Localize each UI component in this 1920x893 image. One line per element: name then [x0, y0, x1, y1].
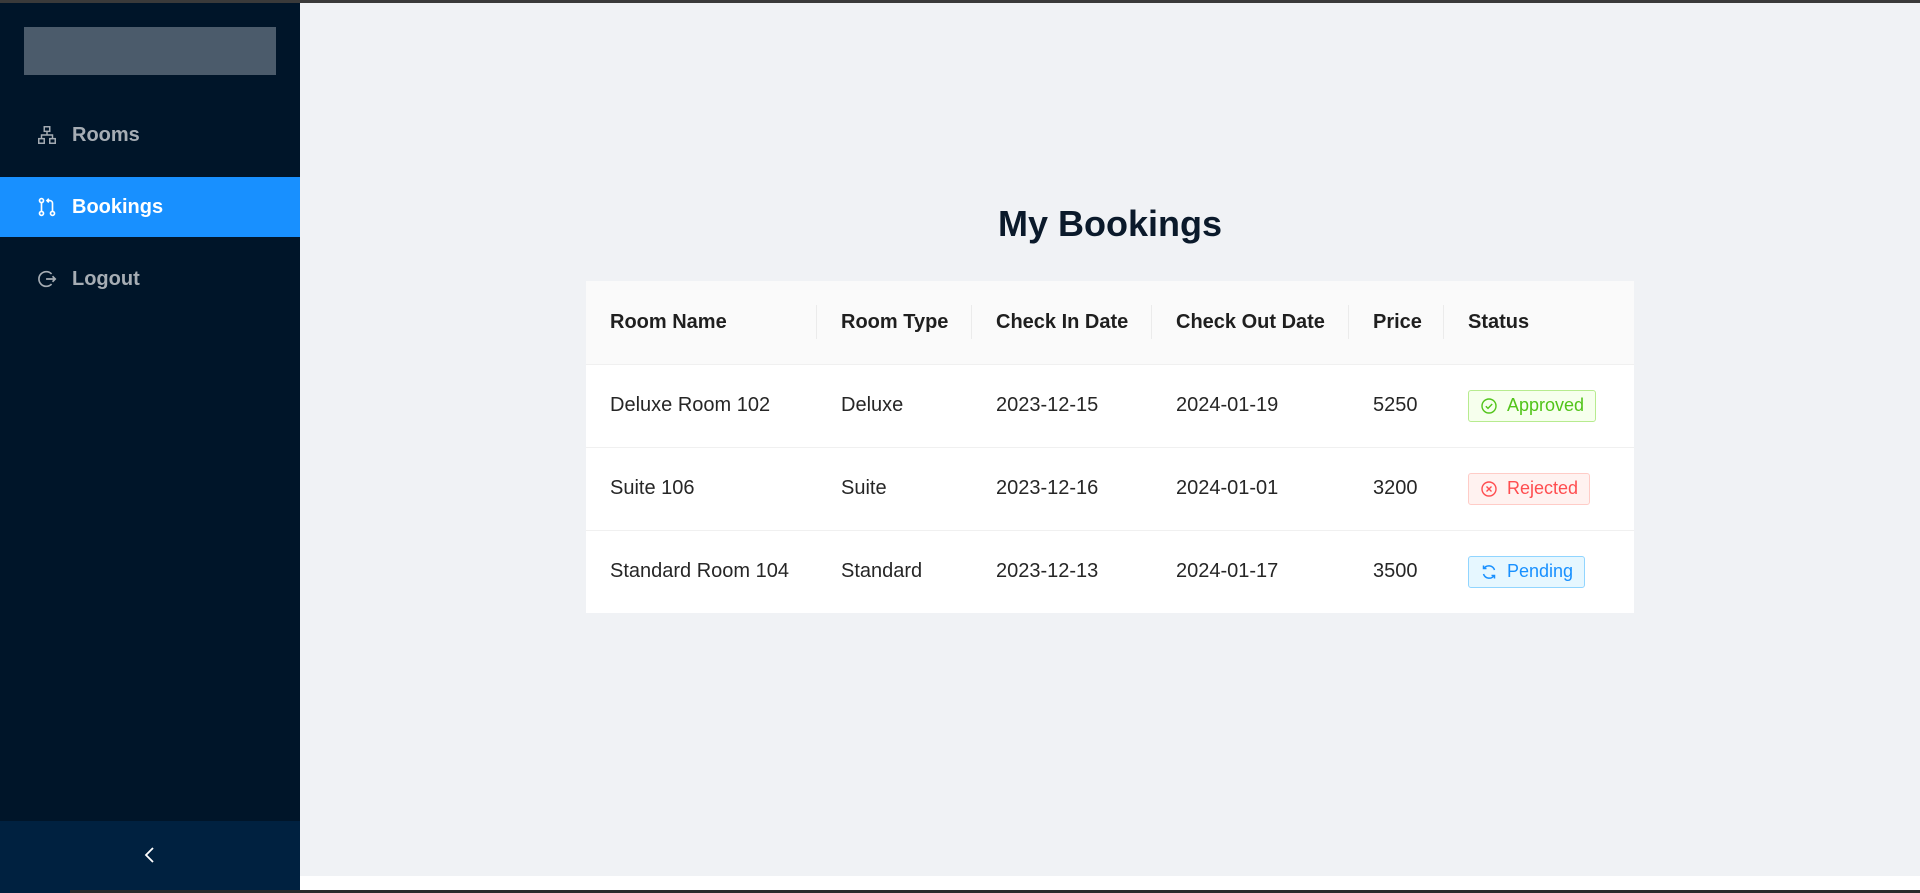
column-header: Check In Date	[972, 281, 1152, 365]
column-header: Check Out Date	[1152, 281, 1349, 365]
cell-check-in: 2023-12-13	[996, 560, 1099, 583]
table-row[interactable]: Standard Room 104 Standard 2023-12-13 20…	[586, 530, 1634, 613]
logout-icon	[36, 268, 58, 290]
column-header: Status	[1444, 281, 1634, 365]
page-title: My Bookings	[997, 203, 1222, 244]
sidebar-item-logout[interactable]: Logout	[0, 249, 300, 309]
column-header: Room Type	[817, 281, 972, 365]
cell-price: 5250	[1349, 364, 1444, 448]
check-circle-icon	[1480, 397, 1498, 415]
status-badge: Pending	[1468, 555, 1586, 588]
cell-status: Approved	[1444, 364, 1634, 448]
cell-check-out: 2024-01-19	[1152, 364, 1349, 448]
pull-request-icon	[36, 196, 58, 218]
status-badge: Approved	[1468, 389, 1597, 422]
chevron-left-icon	[143, 846, 157, 869]
cell-check-out: 2024-01-01	[1152, 447, 1349, 531]
main-content: My Bookings Room Name Room Type Check In…	[300, 3, 1920, 876]
column-header: Room Name	[586, 281, 817, 365]
close-circle-icon	[1480, 480, 1498, 498]
cell-room-type: Standard	[841, 560, 923, 583]
column-header: Price	[1349, 281, 1444, 365]
sidebar-item-label: Logout	[72, 267, 140, 290]
cell-room-name: Suite 106	[586, 447, 817, 531]
cluster-icon	[36, 124, 58, 146]
sidebar-menu: Rooms Bookings Logout	[0, 105, 300, 321]
cell-room-name: Standard Room 104	[610, 560, 790, 583]
cell-check-out: 2024-01-17	[1176, 560, 1279, 583]
sync-icon	[1480, 563, 1498, 581]
cell-check-in: 2023-12-16	[972, 447, 1152, 531]
cell-room-type: Deluxe	[817, 364, 972, 448]
cell-room-type: Suite	[817, 447, 972, 531]
cell-price: 3500	[1373, 560, 1418, 583]
cell-price: 3200	[1349, 447, 1444, 531]
cell-status: Rejected	[1444, 447, 1634, 531]
table-row[interactable]: Deluxe Room 102 Deluxe 2023-12-15 2024-0…	[586, 364, 1634, 448]
table-header-row: Room Name Room Type Check In Date Check …	[586, 281, 1634, 365]
sidebar-collapse-button[interactable]	[0, 821, 300, 893]
status-badge: Rejected	[1468, 472, 1591, 505]
sidebar-item-rooms[interactable]: Rooms	[0, 105, 300, 165]
sidebar-item-label: Rooms	[72, 123, 140, 146]
sidebar-item-bookings[interactable]: Bookings	[0, 177, 300, 237]
cell-check-in: 2023-12-15	[972, 364, 1152, 448]
cell-room-name: Deluxe Room 102	[586, 364, 817, 448]
bookings-table: Room Name Room Type Check In Date Check …	[586, 281, 1634, 613]
cell-status: Pending	[1444, 530, 1634, 613]
sidebar-item-label: Bookings	[72, 195, 164, 218]
logo	[24, 27, 276, 75]
table-row[interactable]: Suite 106 Suite 2023-12-16 2024-01-01 32…	[586, 447, 1634, 531]
sidebar: Rooms Bookings Logout	[0, 3, 300, 893]
